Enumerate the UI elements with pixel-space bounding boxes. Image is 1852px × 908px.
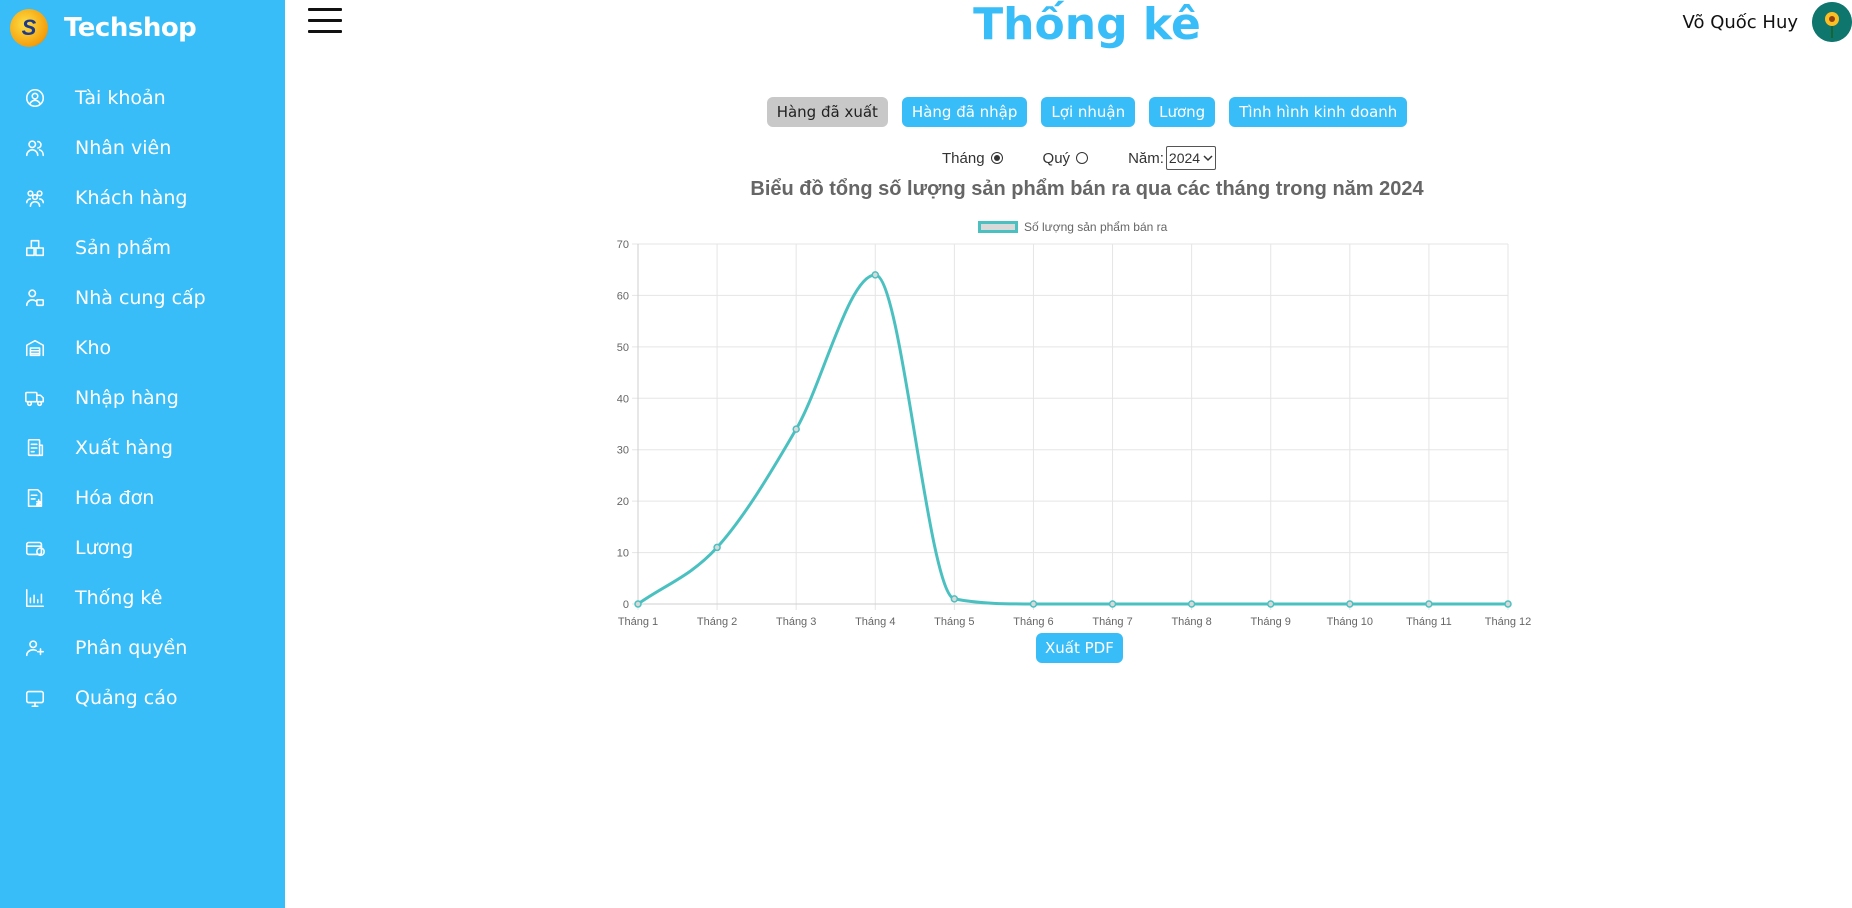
data-point (1187, 600, 1196, 608)
page-title: Thống kê (973, 0, 1201, 50)
data-point (634, 600, 642, 608)
x-tick-label: Tháng 5 (934, 616, 974, 628)
user-name: Võ Quốc Huy (1682, 11, 1798, 33)
staff-icon (23, 136, 47, 160)
y-tick-label: 50 (617, 342, 629, 354)
chevron-down-icon (1203, 155, 1213, 162)
y-tick-label: 0 (623, 599, 629, 611)
export-icon (23, 436, 47, 460)
x-tick-label: Tháng 6 (1013, 616, 1053, 628)
y-tick-label: 10 (617, 548, 629, 560)
x-tick-label: Tháng 8 (1171, 616, 1211, 628)
sidebar-item-label: Sản phẩm (75, 237, 172, 259)
ads-icon (23, 686, 47, 710)
quarter-option[interactable]: Quý (1043, 150, 1089, 167)
data-point (713, 543, 721, 552)
data-point (950, 595, 959, 603)
y-tick-label: 60 (617, 290, 629, 302)
sidebar-item-invoice[interactable]: Hóa đơn (0, 473, 285, 523)
chart-legend[interactable]: Số lượng sản phẩm bán ra (978, 220, 1167, 234)
sidebar-item-warehouse[interactable]: Kho (0, 323, 285, 373)
x-tick-label: Tháng 12 (1485, 616, 1531, 628)
tab-1[interactable]: Hàng đã xuất (766, 97, 888, 127)
avatar[interactable] (1812, 2, 1852, 42)
x-tick-label: Tháng 2 (697, 616, 737, 628)
y-tick-label: 40 (617, 393, 629, 405)
x-tick-label: Tháng 9 (1251, 616, 1291, 628)
data-point (1425, 600, 1433, 608)
sidebar-item-label: Lương (75, 537, 134, 559)
year-value: 2024 (1168, 150, 1201, 166)
tab-2[interactable]: Hàng đã nhập (901, 97, 1028, 127)
supplier-icon (23, 286, 47, 310)
sidebar-item-staff[interactable]: Nhân viên (0, 123, 285, 173)
year-label: Năm: (1128, 149, 1164, 167)
sidebar-item-label: Nhập hàng (75, 387, 179, 409)
salary-icon (23, 536, 47, 560)
sidebar-item-export[interactable]: Xuất hàng (0, 423, 285, 473)
year-filter: Năm: 2024 (1128, 146, 1217, 170)
sidebar-nav: Tài khoản Nhân viên Khách hàng Sản phẩm Nhà … (0, 73, 285, 723)
data-point (1504, 600, 1512, 608)
export-pdf-button[interactable]: Xuất PDF (1036, 633, 1123, 663)
data-point (1266, 600, 1275, 608)
x-tick-label: Tháng 3 (776, 616, 816, 628)
legend-label: Số lượng sản phẩm bán ra (1024, 220, 1168, 234)
data-point (792, 425, 800, 433)
y-tick-label: 30 (617, 445, 629, 457)
x-tick-label: Tháng 7 (1092, 616, 1132, 628)
tab-3[interactable]: Lợi nhuận (1041, 97, 1136, 127)
quarter-label: Quý (1042, 149, 1071, 167)
quarter-radio[interactable] (1076, 152, 1089, 164)
sidebar-item-label: Nhân viên (75, 137, 172, 159)
sidebar-item-salary[interactable]: Lương (0, 523, 285, 573)
sidebar-item-statistics[interactable]: Thống kê (0, 573, 285, 623)
y-tick-label: 20 (617, 496, 629, 508)
line-chart: 0 10 20 30 40 50 60 70 Tháng 1 Tháng 2 Tháng 3 Thán… (617, 239, 1531, 628)
x-tick-label: Tháng 4 (855, 616, 895, 628)
sidebar-item-label: Kho (75, 337, 112, 359)
statistics-icon (23, 586, 47, 610)
y-tick-label: 70 (617, 239, 629, 251)
sidebar-item-import[interactable]: Nhập hàng (0, 373, 285, 423)
sidebar-item-permissions[interactable]: Phân quyền (0, 623, 285, 673)
sidebar-item-supplier[interactable]: Nhà cung cấp (0, 273, 285, 323)
warehouse-icon (23, 336, 47, 360)
sidebar-item-label: Phân quyền (75, 637, 188, 659)
sidebar-item-label: Xuất hàng (75, 437, 173, 459)
period-filters: Tháng Quý Năm: 2024 (942, 146, 1217, 170)
permissions-icon (23, 636, 47, 660)
sidebar-item-label: Thống kê (75, 587, 163, 609)
month-label: Tháng (942, 149, 985, 167)
legend-swatch (978, 221, 1018, 233)
radio-selected-dot (993, 155, 1000, 161)
data-point (1029, 600, 1038, 608)
sidebar-item-products[interactable]: Sản phẩm (0, 223, 285, 273)
x-tick-label: Tháng 10 (1327, 616, 1373, 628)
sidebar-item-label: Nhà cung cấp (75, 287, 206, 309)
avatar-image (1812, 2, 1852, 42)
year-select[interactable]: 2024 (1165, 146, 1217, 170)
sidebar-item-ads[interactable]: Quảng cáo (0, 673, 285, 723)
report-tabs: Hàng đã xuất Hàng đã nhập Lợi nhuận Lương Tì… (0, 97, 1852, 127)
sidebar-item-label: Hóa đơn (75, 487, 155, 509)
x-tick-label: Tháng 1 (618, 616, 658, 628)
chart-title: Biểu đồ tổng số lượng sản phẩm bán ra qu… (750, 178, 1424, 200)
month-radio[interactable] (990, 152, 1003, 164)
products-icon (23, 236, 47, 260)
data-point (871, 271, 880, 279)
tab-4[interactable]: Lương (1149, 97, 1216, 127)
data-point (1108, 600, 1117, 608)
data-point (1346, 600, 1354, 608)
invoice-icon (23, 486, 47, 510)
user-menu[interactable]: Võ Quốc Huy (1683, 2, 1852, 42)
import-icon (23, 386, 47, 410)
x-tick-label: Tháng 11 (1406, 616, 1452, 628)
sidebar-item-label: Quảng cáo (75, 687, 178, 709)
tab-5[interactable]: Tình hình kinh doanh (1229, 97, 1408, 127)
month-option[interactable]: Tháng (942, 150, 1003, 167)
sidebar: S Techshop Tài khoản Nhân viên Khách hàng S… (0, 0, 285, 908)
series-line (637, 273, 1508, 606)
